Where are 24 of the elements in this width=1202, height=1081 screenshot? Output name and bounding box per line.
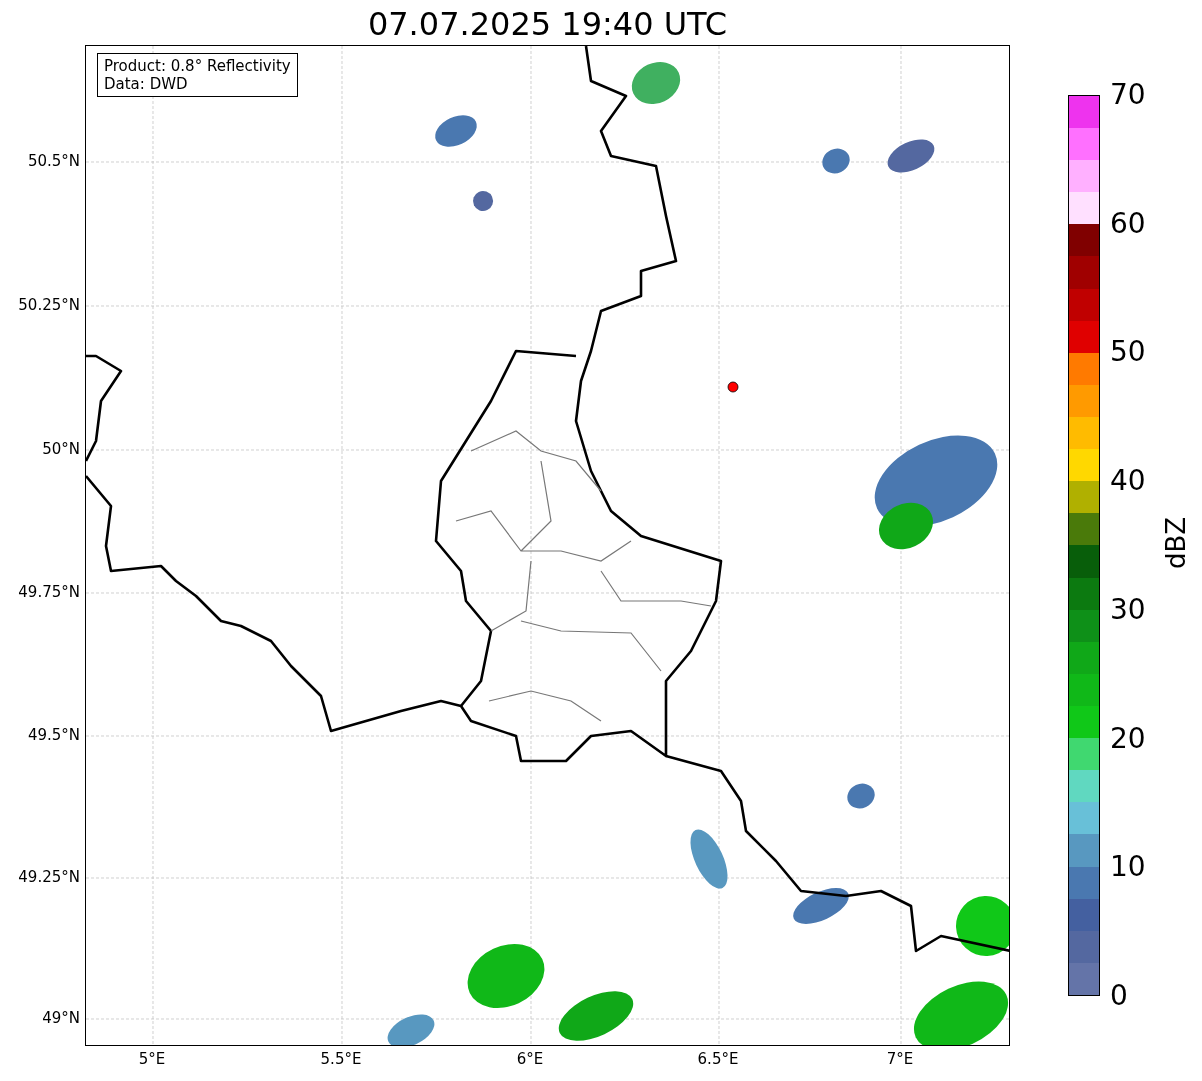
axis-tick-label: 50.5°N [26,152,80,170]
axis-tick-label: 50.25°N [17,296,80,314]
info-text: Product: 0.8° Reflectivity [104,57,291,75]
colorbar-tick-label: 70 [1110,79,1146,111]
axis-tick-label: 49.25°N [17,868,80,886]
info-text: Data: DWD [104,75,189,93]
colorbar-tick-label: 40 [1110,465,1146,498]
colorbar-label: dBZ [1161,516,1192,570]
colorbar-tick-label: 0 [1110,980,1128,1012]
axis-tick-label: 7°E [885,1050,915,1068]
colorbar-tick-label: 20 [1110,722,1146,755]
axis-tick-label: 5°E [137,1050,167,1068]
axis-tick-label: 6°E [515,1050,545,1068]
axis-tick-label: 50°N [41,440,80,458]
colorbar-tick-label: 30 [1110,593,1146,626]
axis-tick-label: 49.75°N [17,583,80,601]
chart-title: 07.07.2025 19:40 UTC [366,4,729,44]
colorbar-tick-label: 10 [1110,851,1146,884]
axis-tick-label: 5.5°E [319,1050,363,1068]
axis-tick-label: 49°N [41,1009,80,1027]
colorbar-tick-label: 60 [1110,207,1146,240]
axis-tick-label: 6.5°E [696,1050,740,1068]
colorbar-tick-label: 50 [1110,336,1146,369]
axis-tick-label: 49.5°N [26,726,80,744]
